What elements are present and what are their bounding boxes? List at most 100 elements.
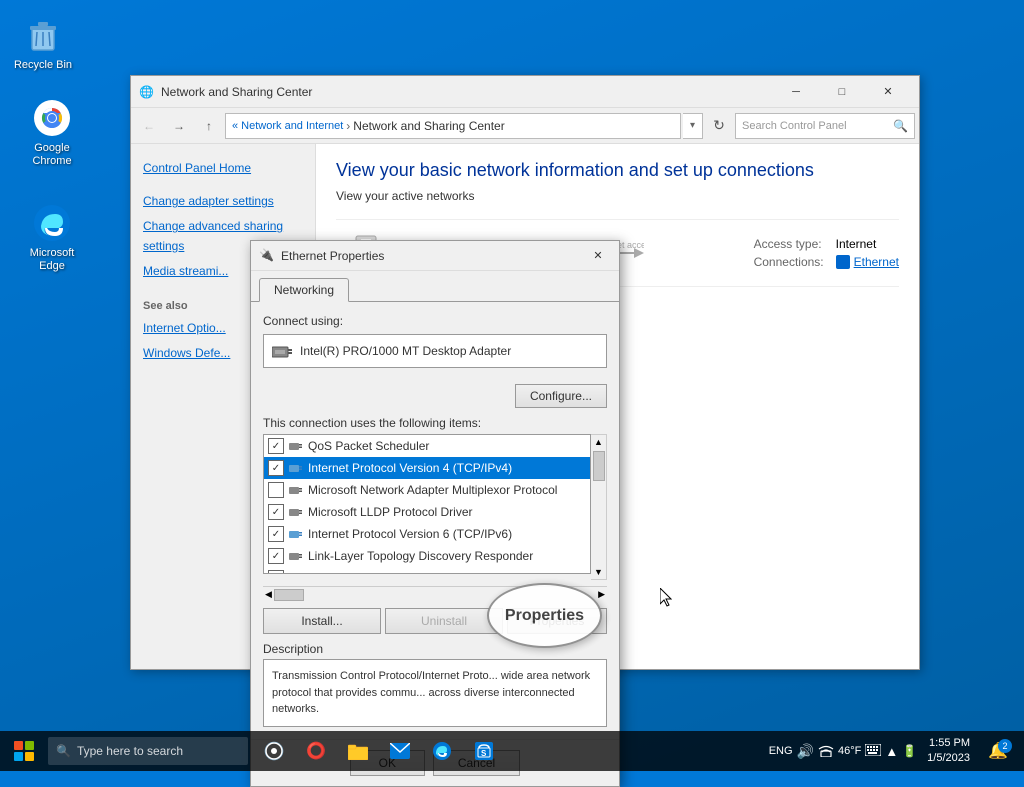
ethernet-properties-dialog[interactable]: 🔌 Ethernet Properties ✕ Networking Conne…: [250, 240, 620, 787]
taskbar-clock[interactable]: 1:55 PM 1/5/2023: [921, 736, 976, 767]
refresh-button[interactable]: ↻: [705, 113, 733, 139]
tab-networking[interactable]: Networking: [259, 278, 349, 302]
action-buttons: Install... Uninstall Properties Properti…: [263, 608, 607, 634]
access-type-value: Internet: [836, 237, 899, 251]
list-item-lldp[interactable]: ✓ Microsoft LLDP Protocol Driver: [264, 501, 590, 523]
list-item-lltd-responder[interactable]: ✓ Link-Layer Topology Discovery Responde…: [264, 545, 590, 567]
search-box[interactable]: Search Control Panel 🔍: [735, 113, 915, 139]
scroll-track[interactable]: [593, 449, 605, 565]
language-indicator[interactable]: ENG: [769, 745, 793, 757]
scroll-up-btn[interactable]: ▲: [592, 435, 605, 449]
search-placeholder: Search Control Panel: [742, 120, 847, 132]
mail-button[interactable]: [382, 733, 418, 769]
window-controls: ─ □ ✕: [773, 76, 911, 108]
notification-center[interactable]: 🔔 2: [980, 733, 1016, 769]
edge-label: Microsoft Edge: [16, 247, 88, 273]
clock-date: 1/5/2023: [927, 751, 970, 766]
network-icon-tray[interactable]: [818, 743, 834, 760]
lltd-mapper-label: Link-Layer Topology Discovery Mapper I/O…: [308, 571, 557, 574]
horizontal-scrollbar[interactable]: ◀ ▶: [263, 586, 607, 602]
scroll-right-btn[interactable]: ▶: [596, 587, 607, 602]
h-scroll-thumb[interactable]: [274, 589, 304, 601]
sidebar-control-panel-home[interactable]: Control Panel Home: [131, 156, 315, 181]
lltd-responder-checkbox[interactable]: ✓: [268, 548, 284, 564]
list-item-qos[interactable]: ✓ QoS Packet Scheduler: [264, 435, 590, 457]
battery-icon[interactable]: 🔋: [902, 744, 917, 758]
lltd-mapper-icon: [288, 570, 304, 574]
address-dropdown[interactable]: ▾: [683, 113, 703, 139]
lltd-responder-icon: [288, 548, 304, 564]
list-item-ipv6[interactable]: ✓ Internet Protocol Version 6 (TCP/IPv6): [264, 523, 590, 545]
lltd-responder-label: Link-Layer Topology Discovery Responder: [308, 549, 533, 563]
minimize-button[interactable]: ─: [773, 76, 819, 108]
up-arrow-tray[interactable]: ▲: [885, 744, 898, 759]
ipv6-checkbox[interactable]: ✓: [268, 526, 284, 542]
search-cortana-button[interactable]: ⭕: [298, 733, 334, 769]
store-button[interactable]: S: [466, 733, 502, 769]
scroll-down-btn[interactable]: ▼: [592, 565, 605, 579]
access-type-row: Access type: Internet Connections: Ether…: [754, 237, 899, 269]
breadcrumb-sep-1: ›: [346, 119, 350, 133]
recycle-bin-image: [23, 15, 63, 55]
multiplexor-checkbox[interactable]: [268, 482, 284, 498]
taskbar: 🔍 Type here to search ⭕: [0, 731, 1024, 771]
list-item-multiplexor[interactable]: Microsoft Network Adapter Multiplexor Pr…: [264, 479, 590, 501]
connections-label: Connections:: [754, 255, 824, 269]
back-button[interactable]: ←: [135, 112, 163, 140]
nsc-titlebar: 🌐 Network and Sharing Center ─ □ ✕: [131, 76, 919, 108]
temperature-display[interactable]: 46°F: [838, 745, 861, 757]
notification-badge: 2: [998, 739, 1012, 753]
close-button[interactable]: ✕: [865, 76, 911, 108]
internet-icon-area: Access type: Internet Connections: Ether…: [754, 228, 899, 278]
ethernet-link[interactable]: Ethernet: [854, 255, 899, 269]
adapter-box: Intel(R) PRO/1000 MT Desktop Adapter: [263, 334, 607, 368]
lldp-icon: [288, 504, 304, 520]
file-explorer-button[interactable]: [340, 733, 376, 769]
list-scrollbar[interactable]: ▲ ▼: [591, 434, 607, 580]
address-bar[interactable]: « Network and Internet › Network and Sha…: [225, 113, 681, 139]
uninstall-button[interactable]: Uninstall: [385, 608, 503, 634]
google-chrome-icon[interactable]: Google Chrome: [12, 90, 92, 176]
items-list[interactable]: ✓ QoS Packet Scheduler ✓: [263, 434, 591, 574]
dialog-title-icon: 🔌: [259, 248, 275, 264]
scroll-left-btn[interactable]: ◀: [263, 587, 274, 602]
microsoft-edge-icon[interactable]: Microsoft Edge: [12, 195, 92, 281]
install-button[interactable]: Install...: [263, 608, 381, 634]
taskbar-search[interactable]: 🔍 Type here to search: [48, 737, 248, 765]
dialog-close-button[interactable]: ✕: [585, 244, 611, 268]
connections-value[interactable]: Ethernet: [836, 255, 899, 269]
forward-button[interactable]: →: [165, 112, 193, 140]
desktop: Recycle Bin Google Chrome: [0, 0, 1024, 771]
list-item-lltd-mapper[interactable]: ✓ Link-Layer Topology Discovery Mapper I…: [264, 567, 590, 574]
start-button[interactable]: [0, 731, 48, 771]
list-item-ipv4[interactable]: ✓ Internet Protocol Version 4 (TCP/IPv4): [264, 457, 590, 479]
lltd-mapper-checkbox[interactable]: ✓: [268, 570, 284, 574]
lldp-label: Microsoft LLDP Protocol Driver: [308, 505, 473, 519]
properties-button[interactable]: Properties: [507, 608, 607, 634]
view-active-networks: View your active networks: [336, 189, 899, 203]
nsc-title-text: Network and Sharing Center: [161, 85, 773, 99]
ipv4-checkbox[interactable]: ✓: [268, 460, 284, 476]
up-button[interactable]: ↑: [195, 112, 223, 140]
ipv6-icon: [288, 526, 304, 542]
qos-checkbox[interactable]: ✓: [268, 438, 284, 454]
multiplexor-icon: [288, 482, 304, 498]
maximize-button[interactable]: □: [819, 76, 865, 108]
keyboard-icon[interactable]: [865, 744, 881, 759]
scroll-thumb[interactable]: [593, 451, 605, 481]
description-box: Transmission Control Protocol/Internet P…: [263, 659, 607, 727]
taskbar-search-icon: 🔍: [56, 744, 71, 758]
breadcrumb-network-internet[interactable]: « Network and Internet: [232, 120, 343, 132]
lldp-checkbox[interactable]: ✓: [268, 504, 284, 520]
configure-button[interactable]: Configure...: [515, 384, 607, 408]
volume-icon[interactable]: 🔊: [797, 743, 814, 760]
recycle-bin-icon[interactable]: Recycle Bin: [3, 7, 83, 80]
configure-row: Configure...: [263, 384, 607, 408]
sidebar-change-adapter[interactable]: Change adapter settings: [131, 189, 315, 214]
search-icon: 🔍: [893, 119, 908, 133]
breadcrumb-current: Network and Sharing Center: [353, 119, 504, 133]
adapter-name: Intel(R) PRO/1000 MT Desktop Adapter: [300, 344, 511, 358]
clock-time: 1:55 PM: [927, 736, 970, 751]
task-view-button[interactable]: [256, 733, 292, 769]
edge-taskbar-button[interactable]: [424, 733, 460, 769]
